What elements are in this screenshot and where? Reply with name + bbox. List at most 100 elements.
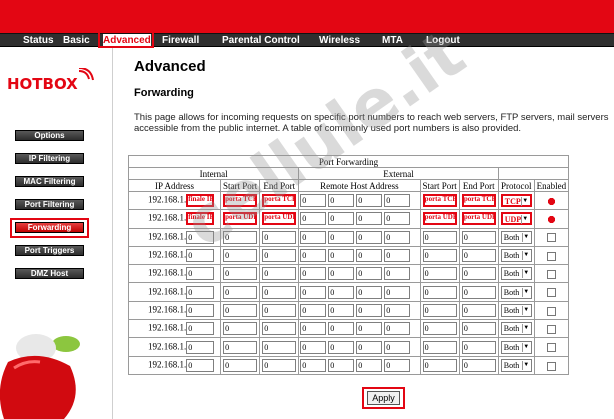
external-start-port-input[interactable]: 0 xyxy=(422,249,457,263)
remote-host-octet-input[interactable]: 0 xyxy=(300,267,327,281)
remote-host-octet-input[interactable]: 0 xyxy=(300,303,327,317)
sidebar-item-dmz-host[interactable]: DMZ Host xyxy=(15,268,84,279)
remote-host-octet-input[interactable]: 0 xyxy=(328,303,355,317)
ip-last-octet-input[interactable]: finale IP/IPV4 xyxy=(186,212,215,226)
enabled-checkbox[interactable] xyxy=(546,361,556,371)
enabled-checkbox[interactable] xyxy=(546,251,556,261)
external-start-port-input[interactable]: porta UDP xyxy=(422,212,457,226)
internal-end-port-input[interactable]: porta TCP xyxy=(262,194,297,208)
external-start-port-input[interactable]: 0 xyxy=(422,303,457,317)
remote-host-octet-input[interactable]: 0 xyxy=(356,303,383,317)
remote-host-octet-input[interactable]: 0 xyxy=(300,249,327,263)
remote-host-octet-input[interactable]: 0 xyxy=(300,340,327,354)
internal-start-port-input[interactable]: 0 xyxy=(223,285,258,299)
ip-last-octet-input[interactable]: 0 xyxy=(186,303,215,317)
nav-basic[interactable]: Basic xyxy=(63,34,90,47)
remote-host-octet-input[interactable]: 0 xyxy=(356,249,383,263)
external-end-port-input[interactable]: porta TCP xyxy=(461,194,496,208)
nav-logout[interactable]: Logout xyxy=(426,34,460,47)
remote-host-octet-input[interactable]: 0 xyxy=(384,212,411,226)
sidebar-item-port-filtering[interactable]: Port Filtering xyxy=(15,199,84,210)
enabled-checkbox[interactable] xyxy=(546,196,556,206)
protocol-select[interactable]: TCP ▼ xyxy=(500,194,532,208)
nav-parental-control[interactable]: Parental Control xyxy=(222,34,300,47)
internal-end-port-input[interactable]: 0 xyxy=(262,303,297,317)
remote-host-octet-input[interactable]: 0 xyxy=(384,322,411,336)
protocol-select[interactable]: UDP ▼ xyxy=(500,212,532,226)
protocol-select[interactable]: Both ▼ xyxy=(500,322,532,336)
remote-host-octet-input[interactable]: 0 xyxy=(328,267,355,281)
internal-start-port-input[interactable]: 0 xyxy=(223,322,258,336)
remote-host-octet-input[interactable]: 0 xyxy=(356,230,383,244)
remote-host-octet-input[interactable]: 0 xyxy=(356,285,383,299)
sidebar-item-ip-filtering[interactable]: IP Filtering xyxy=(15,153,84,164)
remote-host-octet-input[interactable]: 0 xyxy=(356,267,383,281)
remote-host-octet-input[interactable]: 0 xyxy=(300,285,327,299)
remote-host-octet-input[interactable]: 0 xyxy=(356,322,383,336)
internal-end-port-input[interactable]: 0 xyxy=(262,267,297,281)
internal-end-port-input[interactable]: porta UDP xyxy=(262,212,297,226)
enabled-checkbox[interactable] xyxy=(546,324,556,334)
external-start-port-input[interactable]: 0 xyxy=(422,340,457,354)
internal-start-port-input[interactable]: porta UDP xyxy=(223,212,258,226)
remote-host-octet-input[interactable]: 0 xyxy=(356,194,383,208)
nav-wireless[interactable]: Wireless xyxy=(319,34,360,47)
internal-start-port-input[interactable]: 0 xyxy=(223,358,258,372)
enabled-checkbox[interactable] xyxy=(546,233,556,243)
nav-status[interactable]: Status xyxy=(23,34,54,47)
nav-firewall[interactable]: Firewall xyxy=(162,34,199,47)
external-start-port-input[interactable]: 0 xyxy=(422,267,457,281)
internal-start-port-input[interactable]: 0 xyxy=(223,303,258,317)
enabled-checkbox[interactable] xyxy=(546,288,556,298)
enabled-checkbox[interactable] xyxy=(546,270,556,280)
external-start-port-input[interactable]: 0 xyxy=(422,358,457,372)
protocol-select[interactable]: Both ▼ xyxy=(500,285,532,299)
internal-end-port-input[interactable]: 0 xyxy=(262,358,297,372)
external-end-port-input[interactable]: 0 xyxy=(461,267,496,281)
ip-last-octet-input[interactable]: finale IP/IPV4 xyxy=(186,194,215,208)
internal-start-port-input[interactable]: 0 xyxy=(223,267,258,281)
protocol-select[interactable]: Both ▼ xyxy=(500,358,532,372)
remote-host-octet-input[interactable]: 0 xyxy=(356,340,383,354)
external-end-port-input[interactable]: 0 xyxy=(461,249,496,263)
remote-host-octet-input[interactable]: 0 xyxy=(328,194,355,208)
apply-button[interactable]: Apply xyxy=(367,391,400,405)
external-end-port-input[interactable]: 0 xyxy=(461,230,496,244)
ip-last-octet-input[interactable]: 0 xyxy=(186,322,215,336)
nav-mta[interactable]: MTA xyxy=(382,34,403,47)
internal-start-port-input[interactable]: porta TCP xyxy=(223,194,258,208)
remote-host-octet-input[interactable]: 0 xyxy=(300,358,327,372)
sidebar-item-options[interactable]: Options xyxy=(15,130,84,141)
remote-host-octet-input[interactable]: 0 xyxy=(384,285,411,299)
remote-host-octet-input[interactable]: 0 xyxy=(328,230,355,244)
internal-start-port-input[interactable]: 0 xyxy=(223,340,258,354)
remote-host-octet-input[interactable]: 0 xyxy=(356,358,383,372)
internal-start-port-input[interactable]: 0 xyxy=(223,249,258,263)
remote-host-octet-input[interactable]: 0 xyxy=(384,249,411,263)
external-start-port-input[interactable]: 0 xyxy=(422,322,457,336)
remote-host-octet-input[interactable]: 0 xyxy=(328,358,355,372)
sidebar-item-mac-filtering[interactable]: MAC Filtering xyxy=(15,176,84,187)
ip-last-octet-input[interactable]: 0 xyxy=(186,230,215,244)
sidebar-item-port-triggers[interactable]: Port Triggers xyxy=(15,245,84,256)
remote-host-octet-input[interactable]: 0 xyxy=(328,340,355,354)
external-end-port-input[interactable]: 0 xyxy=(461,303,496,317)
internal-start-port-input[interactable]: 0 xyxy=(223,230,258,244)
remote-host-octet-input[interactable]: 0 xyxy=(356,212,383,226)
internal-end-port-input[interactable]: 0 xyxy=(262,249,297,263)
remote-host-octet-input[interactable]: 0 xyxy=(300,212,327,226)
remote-host-octet-input[interactable]: 0 xyxy=(300,322,327,336)
protocol-select[interactable]: Both ▼ xyxy=(500,340,532,354)
external-end-port-input[interactable]: 0 xyxy=(461,285,496,299)
internal-end-port-input[interactable]: 0 xyxy=(262,340,297,354)
internal-end-port-input[interactable]: 0 xyxy=(262,230,297,244)
remote-host-octet-input[interactable]: 0 xyxy=(384,358,411,372)
remote-host-octet-input[interactable]: 0 xyxy=(384,340,411,354)
remote-host-octet-input[interactable]: 0 xyxy=(384,230,411,244)
enabled-checkbox[interactable] xyxy=(546,343,556,353)
ip-last-octet-input[interactable]: 0 xyxy=(186,249,215,263)
remote-host-octet-input[interactable]: 0 xyxy=(384,194,411,208)
protocol-select[interactable]: Both ▼ xyxy=(500,303,532,317)
external-end-port-input[interactable]: 0 xyxy=(461,322,496,336)
ip-last-octet-input[interactable]: 0 xyxy=(186,340,215,354)
